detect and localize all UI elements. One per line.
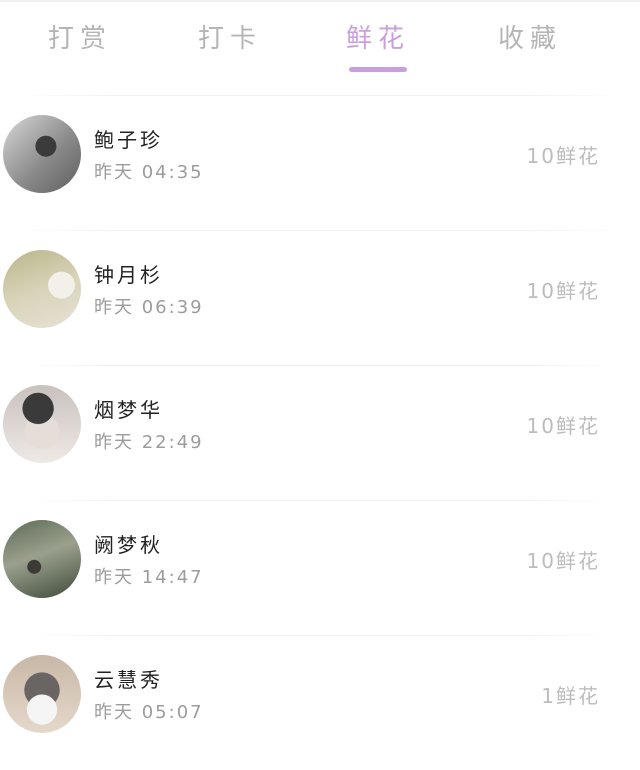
user-name: 钟月杉 — [94, 263, 163, 287]
flower-count: 1鲜花 — [541, 684, 600, 708]
list-item[interactable]: 阙梦秋 昨天 14:47 10鲜花 — [0, 501, 640, 635]
timestamp: 昨天 22:49 — [94, 432, 204, 453]
timestamp: 昨天 05:07 — [94, 702, 204, 723]
timestamp: 昨天 04:35 — [94, 162, 204, 183]
tab-checkin[interactable]: 打卡 — [190, 22, 270, 56]
user-name: 云慧秀 — [94, 668, 163, 692]
user-name: 阙梦秋 — [94, 533, 163, 557]
user-name: 烟梦华 — [94, 398, 163, 422]
list-item[interactable]: 鲍子珍 昨天 04:35 10鲜花 — [0, 96, 640, 230]
flower-list: 鲍子珍 昨天 04:35 10鲜花 钟月杉 昨天 06:39 10鲜花 烟梦华 … — [0, 95, 640, 770]
tab-favorites[interactable]: 收藏 — [490, 22, 570, 56]
list-item[interactable]: 烟梦华 昨天 22:49 10鲜花 — [0, 366, 640, 500]
avatar[interactable] — [3, 250, 81, 328]
user-name: 鲍子珍 — [94, 128, 163, 152]
flower-count: 10鲜花 — [526, 549, 600, 573]
timestamp: 昨天 14:47 — [94, 567, 204, 588]
active-tab-indicator — [349, 67, 407, 72]
tab-tip[interactable]: 打赏 — [40, 22, 120, 56]
tab-flowers[interactable]: 鲜花 — [338, 22, 418, 56]
avatar[interactable] — [3, 520, 81, 598]
flower-count: 10鲜花 — [526, 414, 600, 438]
list-item[interactable]: 钟月杉 昨天 06:39 10鲜花 — [0, 231, 640, 365]
flower-count: 10鲜花 — [526, 144, 600, 168]
avatar[interactable] — [3, 655, 81, 733]
tab-bar: 打赏 打卡 鲜花 收藏 — [0, 0, 640, 80]
flower-count: 10鲜花 — [526, 279, 600, 303]
avatar[interactable] — [3, 115, 81, 193]
avatar[interactable] — [3, 385, 81, 463]
timestamp: 昨天 06:39 — [94, 297, 204, 318]
list-item[interactable]: 云慧秀 昨天 05:07 1鲜花 — [0, 636, 640, 770]
